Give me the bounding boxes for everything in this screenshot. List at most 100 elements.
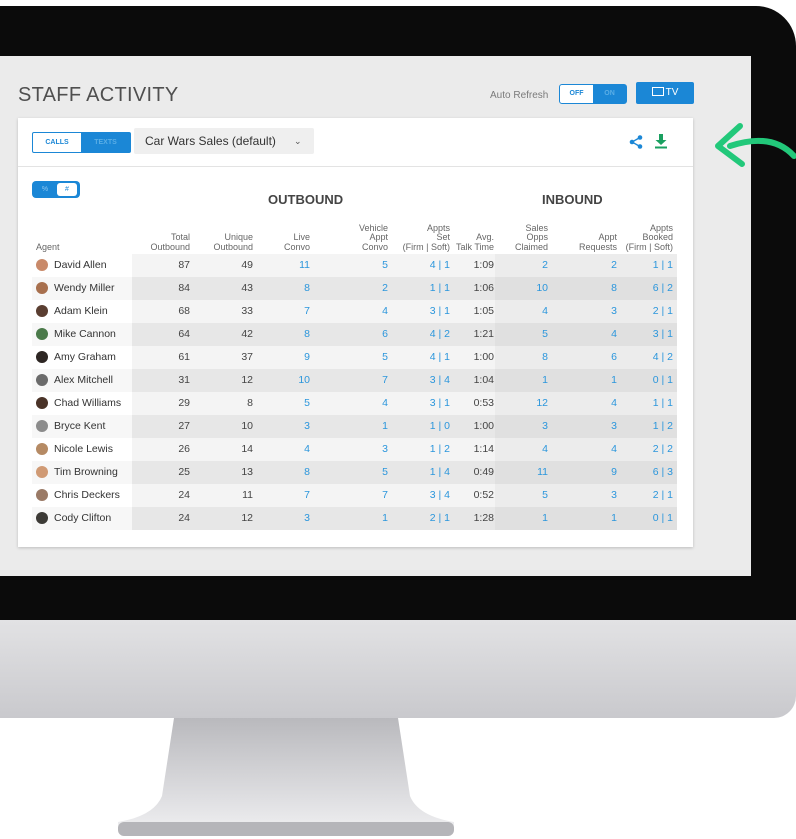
table-row[interactable]: Adam Klein 68 33 7 4 3 | 1 1:05 4 3 2 | … bbox=[32, 300, 677, 323]
sales-opps-claimed[interactable]: 4 bbox=[542, 438, 548, 461]
appts-set[interactable]: 3 | 4 bbox=[430, 369, 450, 392]
col-appts-booked[interactable]: Appts Booked (Firm | Soft) bbox=[626, 223, 673, 253]
vehicle-appt-convo[interactable]: 6 bbox=[382, 323, 388, 346]
table-row[interactable]: Bryce Kent 27 10 3 1 1 | 0 1:00 3 3 1 | … bbox=[32, 415, 677, 438]
tab-calls[interactable]: CALLS bbox=[33, 133, 81, 152]
vehicle-appt-convo[interactable]: 5 bbox=[382, 254, 388, 277]
appt-requests[interactable]: 9 bbox=[611, 461, 617, 484]
appts-booked[interactable]: 1 | 2 bbox=[653, 415, 673, 438]
live-convo[interactable]: 8 bbox=[304, 461, 310, 484]
sales-opps-claimed[interactable]: 8 bbox=[542, 346, 548, 369]
percent-number-toggle[interactable]: % # bbox=[32, 181, 80, 198]
number-option[interactable]: # bbox=[57, 183, 77, 196]
appts-booked[interactable]: 2 | 1 bbox=[653, 300, 673, 323]
appts-set[interactable]: 1 | 1 bbox=[430, 277, 450, 300]
tab-texts[interactable]: TEXTS bbox=[81, 133, 130, 152]
appt-requests[interactable]: 2 bbox=[611, 254, 617, 277]
auto-refresh-toggle[interactable]: OFF ON bbox=[559, 84, 627, 104]
appts-set[interactable]: 4 | 1 bbox=[430, 254, 450, 277]
live-convo[interactable]: 10 bbox=[298, 369, 310, 392]
appt-requests[interactable]: 3 bbox=[611, 415, 617, 438]
live-convo[interactable]: 3 bbox=[304, 507, 310, 530]
appts-set[interactable]: 4 | 1 bbox=[430, 346, 450, 369]
sales-opps-claimed[interactable]: 10 bbox=[536, 277, 548, 300]
col-appt-requests[interactable]: Appt Requests bbox=[579, 232, 617, 252]
vehicle-appt-convo[interactable]: 1 bbox=[382, 415, 388, 438]
table-row[interactable]: Amy Graham 61 37 9 5 4 | 1 1:00 8 6 4 | … bbox=[32, 346, 677, 369]
sales-opps-claimed[interactable]: 1 bbox=[542, 369, 548, 392]
appts-set[interactable]: 2 | 1 bbox=[430, 507, 450, 530]
sales-opps-claimed[interactable]: 1 bbox=[542, 507, 548, 530]
appts-booked[interactable]: 6 | 3 bbox=[653, 461, 673, 484]
col-avg-talk-time[interactable]: Avg. Talk Time bbox=[456, 232, 494, 252]
live-convo[interactable]: 11 bbox=[299, 254, 310, 277]
sales-opps-claimed[interactable]: 5 bbox=[542, 323, 548, 346]
appts-booked[interactable]: 0 | 1 bbox=[653, 369, 673, 392]
table-row[interactable]: Chad Williams 29 8 5 4 3 | 1 0:53 12 4 1… bbox=[32, 392, 677, 415]
live-convo[interactable]: 5 bbox=[304, 392, 310, 415]
sales-opps-claimed[interactable]: 5 bbox=[542, 484, 548, 507]
table-row[interactable]: Mike Cannon 64 42 8 6 4 | 2 1:21 5 4 3 |… bbox=[32, 323, 677, 346]
appt-requests[interactable]: 4 bbox=[611, 392, 617, 415]
vehicle-appt-convo[interactable]: 4 bbox=[382, 392, 388, 415]
tv-mode-button[interactable]: TV bbox=[636, 82, 694, 104]
col-vehicle-appt-convo[interactable]: Vehicle Appt Convo bbox=[359, 223, 388, 253]
appts-set[interactable]: 3 | 1 bbox=[430, 392, 450, 415]
live-convo[interactable]: 3 bbox=[304, 415, 310, 438]
live-convo[interactable]: 8 bbox=[304, 323, 310, 346]
appts-set[interactable]: 1 | 4 bbox=[430, 461, 450, 484]
appts-booked[interactable]: 2 | 1 bbox=[653, 484, 673, 507]
vehicle-appt-convo[interactable]: 5 bbox=[382, 346, 388, 369]
appts-booked[interactable]: 1 | 1 bbox=[653, 254, 673, 277]
appts-set[interactable]: 4 | 2 bbox=[430, 323, 450, 346]
table-row[interactable]: Chris Deckers 24 11 7 7 3 | 4 0:52 5 3 2… bbox=[32, 484, 677, 507]
sales-opps-claimed[interactable]: 4 bbox=[542, 300, 548, 323]
col-unique-outbound[interactable]: Unique Outbound bbox=[213, 232, 253, 252]
appt-requests[interactable]: 6 bbox=[611, 346, 617, 369]
appts-booked[interactable]: 1 | 1 bbox=[653, 392, 673, 415]
table-row[interactable]: Nicole Lewis 26 14 4 3 1 | 2 1:14 4 4 2 … bbox=[32, 438, 677, 461]
appt-requests[interactable]: 4 bbox=[611, 438, 617, 461]
col-live-convo[interactable]: Live Convo bbox=[284, 232, 310, 252]
live-convo[interactable]: 7 bbox=[304, 300, 310, 323]
sales-opps-claimed[interactable]: 11 bbox=[537, 461, 548, 484]
appts-set[interactable]: 3 | 1 bbox=[430, 300, 450, 323]
live-convo[interactable]: 8 bbox=[304, 277, 310, 300]
table-row[interactable]: Cody Clifton 24 12 3 1 2 | 1 1:28 1 1 0 … bbox=[32, 507, 677, 530]
appt-requests[interactable]: 1 bbox=[611, 507, 617, 530]
vehicle-appt-convo[interactable]: 7 bbox=[382, 484, 388, 507]
vehicle-appt-convo[interactable]: 3 bbox=[382, 438, 388, 461]
col-total-outbound[interactable]: Total Outbound bbox=[150, 232, 190, 252]
appt-requests[interactable]: 1 bbox=[611, 369, 617, 392]
appts-booked[interactable]: 0 | 1 bbox=[653, 507, 673, 530]
table-row[interactable]: Tim Browning 25 13 8 5 1 | 4 0:49 11 9 6… bbox=[32, 461, 677, 484]
table-row[interactable]: Alex Mitchell 31 12 10 7 3 | 4 1:04 1 1 … bbox=[32, 369, 677, 392]
col-agent[interactable]: Agent bbox=[36, 242, 60, 253]
appt-requests[interactable]: 3 bbox=[611, 484, 617, 507]
live-convo[interactable]: 9 bbox=[304, 346, 310, 369]
appt-requests[interactable]: 8 bbox=[611, 277, 617, 300]
appt-requests[interactable]: 4 bbox=[611, 323, 617, 346]
table-row[interactable]: David Allen 87 49 11 5 4 | 1 1:09 2 2 1 … bbox=[32, 254, 677, 277]
toggle-on-option[interactable]: ON bbox=[593, 85, 626, 103]
appts-booked[interactable]: 3 | 1 bbox=[653, 323, 673, 346]
appts-booked[interactable]: 6 | 2 bbox=[653, 277, 673, 300]
appts-booked[interactable]: 4 | 2 bbox=[653, 346, 673, 369]
percent-option[interactable]: % bbox=[35, 181, 55, 198]
appts-set[interactable]: 1 | 0 bbox=[430, 415, 450, 438]
vehicle-appt-convo[interactable]: 2 bbox=[382, 277, 388, 300]
col-sales-opps-claimed[interactable]: Sales Opps Claimed bbox=[515, 223, 548, 253]
sales-opps-claimed[interactable]: 12 bbox=[536, 392, 548, 415]
appts-booked[interactable]: 2 | 2 bbox=[653, 438, 673, 461]
vehicle-appt-convo[interactable]: 7 bbox=[382, 369, 388, 392]
vehicle-appt-convo[interactable]: 5 bbox=[382, 461, 388, 484]
appts-set[interactable]: 3 | 4 bbox=[430, 484, 450, 507]
report-select[interactable]: Car Wars Sales (default) ⌄ bbox=[134, 128, 314, 154]
calls-texts-switch[interactable]: CALLS TEXTS bbox=[32, 132, 131, 153]
download-icon[interactable] bbox=[654, 133, 668, 149]
vehicle-appt-convo[interactable]: 1 bbox=[382, 507, 388, 530]
table-row[interactable]: Wendy Miller 84 43 8 2 1 | 1 1:06 10 8 6… bbox=[32, 277, 677, 300]
toggle-off-option[interactable]: OFF bbox=[560, 85, 593, 103]
col-appts-set[interactable]: Appts Set (Firm | Soft) bbox=[403, 223, 450, 253]
appt-requests[interactable]: 3 bbox=[611, 300, 617, 323]
